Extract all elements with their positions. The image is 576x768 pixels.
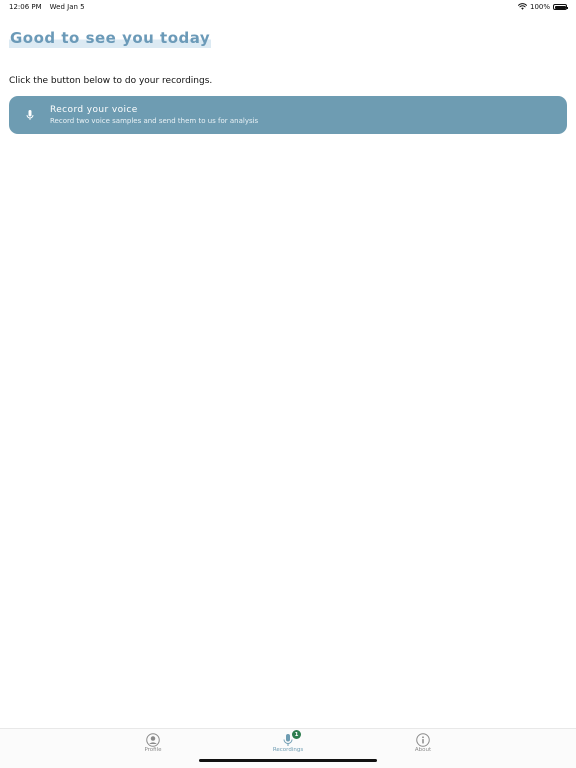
record-voice-button[interactable]: Record your voice Record two voice sampl… <box>9 96 567 134</box>
page-title: Good to see you today <box>9 29 212 48</box>
tab-recordings-label: Recordings <box>272 747 304 753</box>
tab-recordings[interactable]: 1 Recordings <box>268 730 308 753</box>
wifi-icon <box>517 2 527 12</box>
info-circle-icon <box>416 732 430 747</box>
home-indicator[interactable] <box>199 759 377 762</box>
instruction-text: Click the button below to do your record… <box>9 76 213 86</box>
tab-profile-label: Profile <box>144 747 162 753</box>
recordings-badge: 1 <box>292 730 301 739</box>
record-voice-text: Record your voice Record two voice sampl… <box>50 105 258 125</box>
status-date: Wed Jan 5 <box>49 3 85 11</box>
microphone-icon <box>9 109 50 121</box>
status-bar: 12:06 PM Wed Jan 5 100% <box>0 0 576 14</box>
record-voice-title: Record your voice <box>50 105 138 115</box>
status-left: 12:06 PM Wed Jan 5 <box>9 3 85 11</box>
status-time: 12:06 PM <box>9 3 42 11</box>
tab-about-label: About <box>414 747 432 753</box>
tab-bar: Profile 1 Recordings About <box>0 728 576 768</box>
tab-about[interactable]: About <box>403 732 443 753</box>
status-right: 100% <box>517 2 568 12</box>
battery-icon <box>553 4 568 10</box>
microphone-icon: 1 <box>281 730 301 746</box>
record-voice-subtitle: Record two voice samples and send them t… <box>50 117 259 125</box>
app-screen: 12:06 PM Wed Jan 5 100% Good to see you … <box>0 0 576 768</box>
tab-profile[interactable]: Profile <box>133 732 173 753</box>
person-circle-icon <box>146 732 160 747</box>
battery-percent: 100% <box>529 3 550 11</box>
